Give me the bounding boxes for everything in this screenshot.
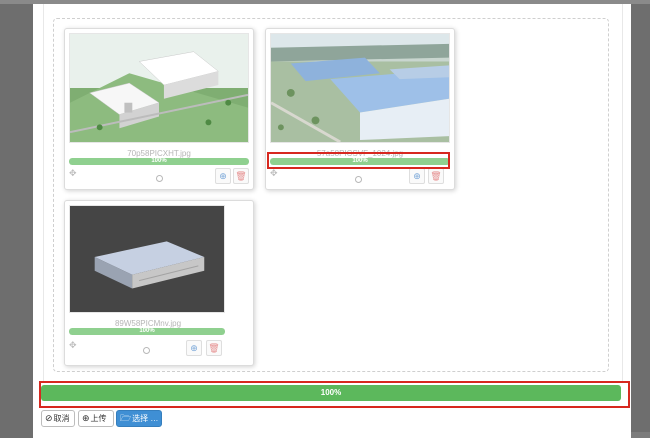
trash-icon: 🗑 bbox=[208, 342, 220, 353]
upload-file-button[interactable]: ⊕ bbox=[409, 168, 425, 184]
upload-file-button[interactable]: ⊕ bbox=[186, 340, 202, 356]
remove-file-button[interactable]: 🗑 bbox=[428, 168, 444, 184]
cancel-label: 取消 bbox=[53, 414, 70, 423]
preview-image bbox=[270, 33, 450, 143]
cancel-button[interactable]: ⊘ 取消 bbox=[41, 410, 75, 427]
file-upload-panel: 70p58PICXHT.jpg 100% ✥ ⊕ 🗑 57a58PICSVF_1… bbox=[33, 4, 631, 438]
remove-file-button[interactable]: 🗑 bbox=[233, 168, 249, 184]
zoom-icon[interactable] bbox=[156, 175, 163, 182]
zoom-icon[interactable] bbox=[355, 176, 362, 183]
upload-circle-icon: ⊕ bbox=[82, 413, 90, 423]
upload-circle-icon: ⊕ bbox=[219, 170, 227, 181]
browse-button[interactable]: 🗁 选择 … bbox=[116, 410, 162, 427]
upload-circle-icon: ⊕ bbox=[190, 342, 198, 353]
trash-icon: 🗑 bbox=[235, 170, 247, 181]
zoom-icon[interactable] bbox=[143, 347, 150, 354]
file-preview-thumbnail: 89W58PICMnv.jpg 100% ✥ ⊕ 🗑 bbox=[64, 200, 254, 366]
highlight-file-progress bbox=[267, 152, 450, 169]
file-drop-zone[interactable]: 70p58PICXHT.jpg 100% ✥ ⊕ 🗑 57a58PICSVF_1… bbox=[53, 18, 609, 372]
preview-image bbox=[69, 33, 249, 143]
highlight-overall-progress bbox=[39, 381, 630, 408]
upload-button[interactable]: ⊕ 上传 bbox=[78, 410, 114, 427]
trash-icon: 🗑 bbox=[430, 170, 442, 181]
file-progress-bar: 100% bbox=[69, 328, 225, 335]
remove-file-button[interactable]: 🗑 bbox=[206, 340, 222, 356]
drag-handle-icon[interactable]: ✥ bbox=[270, 169, 278, 178]
ban-icon: ⊘ bbox=[45, 413, 53, 423]
file-progress-bar: 100% bbox=[69, 158, 249, 165]
file-progress-fill: 100% bbox=[69, 158, 249, 165]
file-preview-thumbnail: 70p58PICXHT.jpg 100% ✥ ⊕ 🗑 bbox=[64, 28, 254, 190]
upload-label: 上传 bbox=[90, 414, 107, 423]
file-progress-fill: 100% bbox=[69, 328, 225, 335]
upload-file-button[interactable]: ⊕ bbox=[215, 168, 231, 184]
upload-circle-icon: ⊕ bbox=[413, 170, 421, 181]
drag-handle-icon[interactable]: ✥ bbox=[69, 169, 77, 178]
folder-open-icon: 🗁 bbox=[120, 412, 132, 423]
drag-handle-icon[interactable]: ✥ bbox=[69, 341, 77, 350]
browse-label: 选择 … bbox=[132, 414, 159, 423]
preview-image bbox=[69, 205, 225, 313]
